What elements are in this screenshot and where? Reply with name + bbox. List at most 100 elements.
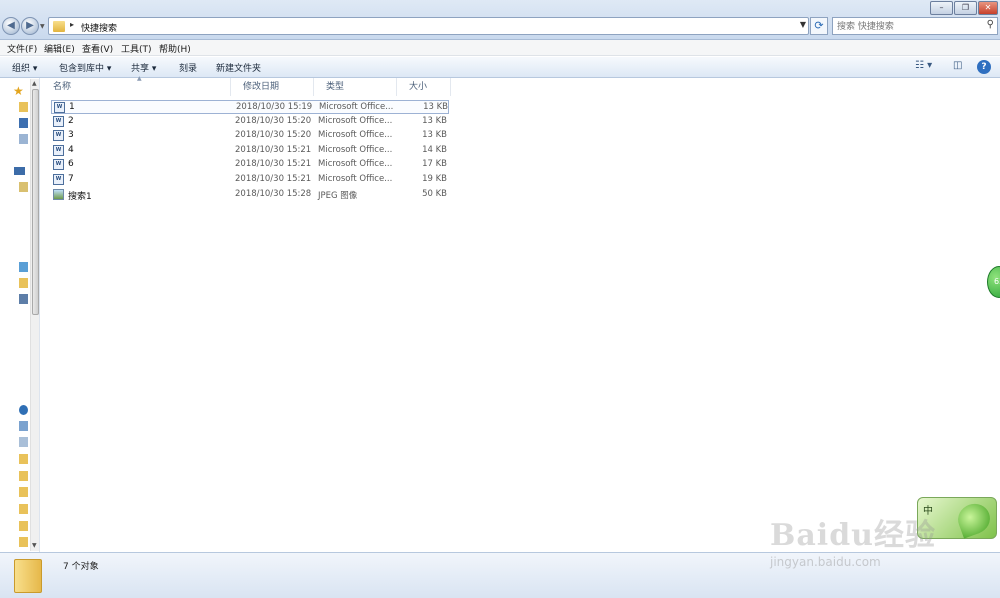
menu-edit[interactable]: 编辑(E) — [44, 42, 75, 55]
jpeg-image-icon — [53, 189, 64, 200]
file-size: 13 KB — [422, 130, 447, 140]
drive-icon-1[interactable] — [19, 405, 28, 415]
breadcrumb-current[interactable]: 快捷搜索 — [81, 21, 117, 34]
address-bar[interactable]: ▸ 快捷搜索 ▼ — [48, 17, 809, 35]
file-date: 2018/10/30 15:20 — [235, 130, 312, 140]
leaf-icon — [953, 499, 995, 539]
file-type: Microsoft Office... — [318, 145, 393, 155]
command-bar: 组织 ▾ 包含到库中 ▾ 共享 ▾ 刻录 新建文件夹 ☷ ▾ ◫ ? — [0, 57, 1000, 78]
file-row[interactable]: W 2 2018/10/30 15:20 Microsoft Office...… — [51, 115, 449, 129]
address-dropdown-icon[interactable]: ▼ — [800, 20, 806, 29]
file-row[interactable]: W 7 2018/10/30 15:21 Microsoft Office...… — [51, 173, 449, 187]
drive-icon-3[interactable] — [19, 437, 28, 447]
file-row[interactable]: W 6 2018/10/30 15:21 Microsoft Office...… — [51, 158, 449, 172]
menu-view[interactable]: 查看(V) — [82, 42, 113, 55]
folder-icon-5[interactable] — [19, 521, 28, 531]
item-count: 7 个对象 — [63, 562, 99, 572]
file-date: 2018/10/30 15:19 — [236, 102, 313, 112]
folder-icon-1[interactable] — [19, 454, 28, 464]
title-bar: ◀ ▶ ▼ ▸ 快捷搜索 ▼ ⟳ ⚲ – ❐ ✕ — [0, 0, 1000, 40]
word-doc-icon: W — [53, 159, 64, 170]
nav-scrollbar[interactable]: ▲ ▼ — [30, 79, 39, 551]
favorites-star-icon[interactable]: ★ — [13, 84, 27, 98]
file-date: 2018/10/30 15:21 — [235, 159, 312, 169]
file-row[interactable]: W 3 2018/10/30 15:20 Microsoft Office...… — [51, 129, 449, 143]
new-folder-button[interactable]: 新建文件夹 — [216, 61, 261, 74]
view-options-icon[interactable]: ☷ ▾ — [915, 60, 932, 71]
folder-icon-4[interactable] — [19, 504, 28, 514]
word-doc-icon: W — [53, 130, 64, 141]
scroll-thumb[interactable] — [32, 89, 39, 315]
recent-places-icon[interactable] — [19, 134, 28, 144]
file-name: 6 — [68, 159, 74, 169]
close-button[interactable]: ✕ — [978, 1, 998, 15]
folder-icon — [53, 21, 65, 32]
breadcrumb-arrow-icon[interactable]: ▸ — [70, 20, 74, 29]
search-icon[interactable]: ⚲ — [987, 19, 994, 30]
file-date: 2018/10/30 15:20 — [235, 116, 312, 126]
file-list: ▲ 名称 修改日期 类型 大小 W 1 2018/10/30 15:19 Mic… — [41, 75, 1000, 552]
downloads-icon[interactable] — [19, 118, 28, 128]
folder-icon-2[interactable] — [19, 471, 28, 481]
menu-help[interactable]: 帮助(H) — [159, 42, 191, 55]
word-doc-icon: W — [53, 145, 64, 156]
file-date: 2018/10/30 15:28 — [235, 189, 312, 199]
burn-button[interactable]: 刻录 — [179, 61, 197, 74]
column-date[interactable]: 修改日期 — [231, 78, 314, 96]
column-name[interactable]: 名称 — [41, 78, 231, 96]
homegroup-icon[interactable] — [19, 262, 28, 272]
preview-pane-icon[interactable]: ◫ — [953, 60, 962, 71]
file-name: 4 — [68, 145, 74, 155]
column-size[interactable]: 大小 — [397, 78, 451, 96]
menu-tools[interactable]: 工具(T) — [121, 42, 152, 55]
refresh-button[interactable]: ⟳ — [810, 17, 828, 35]
file-type: Microsoft Office... — [318, 116, 393, 126]
menu-file[interactable]: 文件(F) — [7, 42, 37, 55]
network-icon[interactable] — [19, 294, 28, 304]
scroll-up-icon[interactable]: ▲ — [32, 80, 37, 87]
watermark-url: jingyan.baidu.com — [770, 555, 881, 569]
folder-icon-6[interactable] — [19, 537, 28, 547]
file-size: 14 KB — [422, 145, 447, 155]
file-name: 1 — [69, 102, 75, 112]
word-doc-icon: W — [53, 174, 64, 185]
computer-icon[interactable] — [19, 278, 28, 288]
menu-bar: 文件(F) 编辑(E) 查看(V) 工具(T) 帮助(H) — [0, 40, 1000, 56]
minimize-button[interactable]: – — [930, 1, 953, 15]
share-button[interactable]: 共享 ▾ — [131, 61, 156, 74]
file-type: JPEG 图像 — [318, 191, 358, 201]
explorer-window: ◀ ▶ ▼ ▸ 快捷搜索 ▼ ⟳ ⚲ – ❐ ✕ 文件(F) 编辑(E) 查看(… — [0, 0, 1000, 598]
drive-icon-2[interactable] — [19, 421, 28, 431]
word-doc-icon: W — [54, 102, 65, 113]
file-type: Microsoft Office... — [318, 159, 393, 169]
forward-button[interactable]: ▶ — [21, 17, 39, 35]
folder-icon-3[interactable] — [19, 487, 28, 497]
search-input[interactable] — [837, 20, 977, 33]
file-type: Microsoft Office... — [318, 130, 393, 140]
include-in-library-button[interactable]: 包含到库中 ▾ — [59, 61, 111, 74]
libraries-icon[interactable] — [14, 167, 25, 175]
file-date: 2018/10/30 15:21 — [235, 145, 312, 155]
large-folder-icon — [14, 559, 42, 593]
watermark-logo: Baidu经验 — [770, 518, 936, 553]
organize-label: 组织 — [12, 64, 31, 74]
history-dropdown-icon[interactable]: ▼ — [40, 23, 45, 30]
file-name: 3 — [68, 130, 74, 140]
file-name: 搜索1 — [68, 192, 92, 202]
file-row[interactable]: 搜索1 2018/10/30 15:28 JPEG 图像 50 KB — [51, 188, 449, 202]
back-button[interactable]: ◀ — [2, 17, 20, 35]
share-label: 共享 — [131, 64, 150, 74]
file-row[interactable]: W 4 2018/10/30 15:21 Microsoft Office...… — [51, 144, 449, 158]
help-icon[interactable]: ? — [977, 60, 991, 74]
documents-icon[interactable] — [19, 182, 28, 192]
desktop-icon[interactable] — [19, 102, 28, 112]
include-label: 包含到库中 — [59, 64, 105, 74]
search-box[interactable]: ⚲ — [832, 17, 998, 35]
file-size: 13 KB — [423, 102, 448, 112]
maximize-button[interactable]: ❐ — [954, 1, 977, 15]
file-row[interactable]: W 1 2018/10/30 15:19 Microsoft Office...… — [51, 100, 449, 114]
file-size: 17 KB — [422, 159, 447, 169]
scroll-down-icon[interactable]: ▼ — [32, 542, 37, 549]
column-type[interactable]: 类型 — [314, 78, 397, 96]
organize-button[interactable]: 组织 ▾ — [12, 61, 37, 74]
